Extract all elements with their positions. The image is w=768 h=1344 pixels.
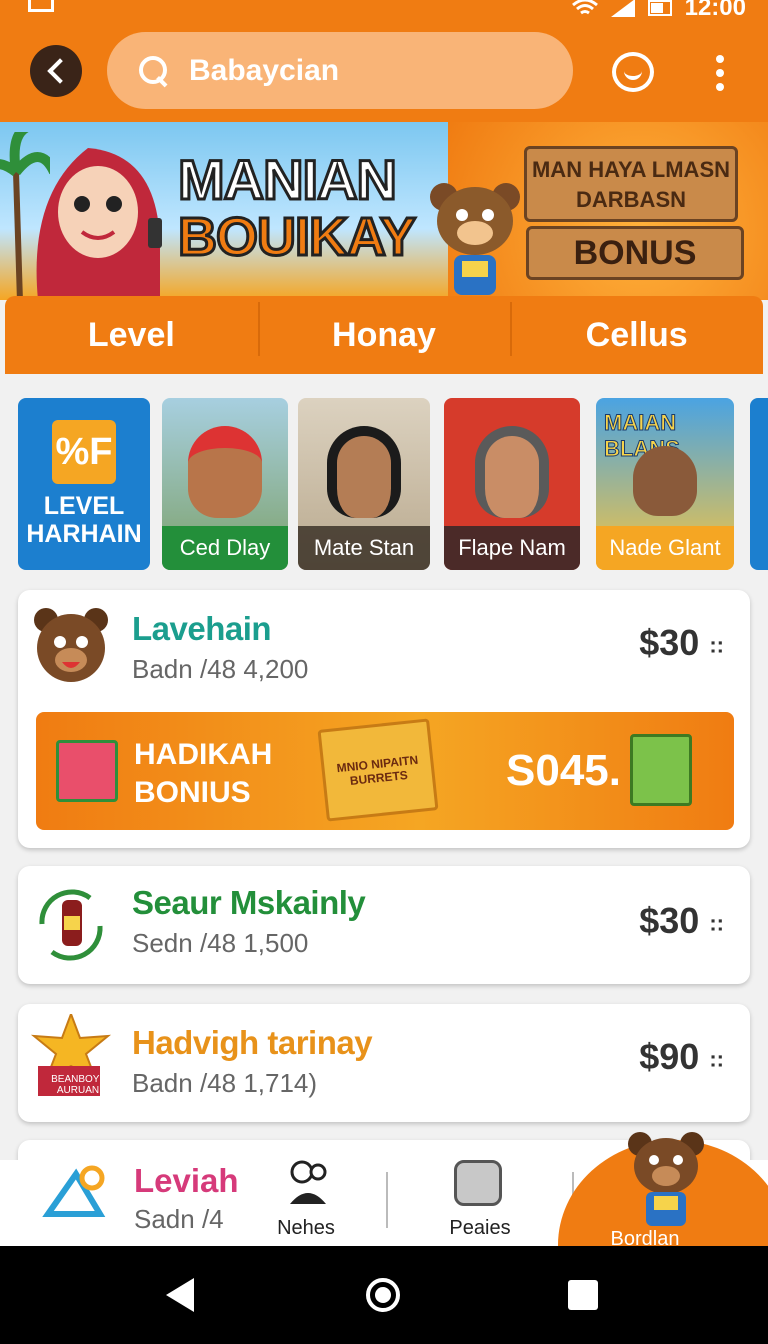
- story-ced-dlay[interactable]: Ced Dlay: [162, 398, 288, 570]
- row-title: Leviah: [134, 1162, 239, 1199]
- row-title: Hadvigh tarinay: [132, 1024, 373, 1061]
- story-level-harhain[interactable]: %F LEVEL HARHAIN: [18, 398, 150, 570]
- smiley-icon: [454, 1160, 502, 1206]
- search-icon: [137, 54, 171, 88]
- banner-title: MANIAN: [177, 148, 399, 211]
- avatar: [327, 426, 401, 518]
- story-label: LEVEL HARHAIN: [26, 492, 142, 548]
- row-subtitle: Sadn /4: [134, 1204, 224, 1234]
- promo-banner[interactable]: MANIAN BOUIKAY MAN HAYA LMASN DARBASN BO…: [0, 122, 768, 300]
- status-bar: 12:00: [0, 0, 768, 22]
- search-bar[interactable]: Babaycian: [107, 32, 573, 109]
- bonus-box-icon: [630, 734, 692, 806]
- gift-icon: [56, 740, 118, 802]
- row-price: $30 ::: [639, 622, 724, 663]
- notification-icon: [28, 0, 54, 12]
- nav-peaies[interactable]: Peaies: [432, 1160, 528, 1246]
- bonus-banner[interactable]: HADIKAH BONIUS MNIO NIPAITN BURRETS S045…: [36, 712, 734, 830]
- level-cube-icon: %F: [52, 420, 116, 484]
- bear-face-icon: [34, 608, 108, 682]
- row-subtitle: Badn /48 1,714): [132, 1068, 318, 1098]
- story-label: Ced Dlay: [162, 526, 288, 570]
- story-flape-nam[interactable]: Flape Nam: [444, 398, 580, 570]
- story-label: Nade Glant: [596, 526, 734, 570]
- story-next[interactable]: [750, 398, 768, 570]
- avatar: [475, 426, 549, 518]
- app-header: 12:00 Babaycian: [0, 0, 768, 122]
- story-mate-stan[interactable]: Mate Stan: [298, 398, 430, 570]
- story-label: Mate Stan: [298, 526, 430, 570]
- row-price: $90 ::: [639, 1036, 724, 1077]
- list-item[interactable]: BEANBOY I AURUAN Hadvigh tarinay Badn /4…: [18, 1004, 750, 1122]
- support-chat-icon[interactable]: [612, 52, 654, 92]
- search-input[interactable]: Babaycian: [189, 54, 339, 88]
- system-nav-bar: [0, 1246, 768, 1344]
- more-options-icon[interactable]: [716, 55, 724, 91]
- row-subtitle: Badn /48 4,200: [132, 654, 309, 684]
- bear-mascot-icon: [628, 1132, 704, 1226]
- tab-cellus[interactable]: Cellus: [510, 301, 763, 356]
- bear-mascot-icon: [430, 183, 520, 295]
- row-price: $30 ::: [639, 900, 724, 941]
- signal-icon: [610, 0, 635, 17]
- wifi-icon: [571, 0, 598, 15]
- avatar: [188, 426, 262, 518]
- gift-box-icon: MNIO NIPAITN BURRETS: [317, 718, 439, 822]
- hijab-avatar-illustration: [36, 148, 162, 300]
- list-item[interactable]: Seaur Mskainly Sedn /48 1,500 $30 ::: [18, 866, 750, 984]
- system-recents-icon[interactable]: [568, 1280, 598, 1310]
- row-title: Seaur Mskainly: [132, 884, 366, 921]
- banner-sign-top: MAN HAYA LMASN DARBASN: [524, 146, 738, 222]
- star-badge-text: BEANBOY I AURUAN: [51, 1074, 105, 1096]
- avatar: [633, 446, 697, 516]
- row-subtitle: Sedn /48 1,500: [132, 928, 309, 958]
- bonus-label: HADIKAH BONIUS: [134, 738, 273, 809]
- system-home-icon[interactable]: [366, 1278, 400, 1312]
- nav-label: Nehes: [277, 1217, 335, 1239]
- tab-level[interactable]: Level: [5, 316, 258, 355]
- nav-nehes[interactable]: Nehes: [258, 1160, 354, 1246]
- category-tabs: Level Honay Cellus: [5, 296, 763, 374]
- cloud-logo-icon: [42, 1165, 106, 1217]
- row-title: Lavehain: [132, 610, 272, 647]
- nav-label: Peaies: [449, 1217, 511, 1239]
- nav-divider: [386, 1172, 388, 1228]
- list-item[interactable]: Lavehain Badn /48 4,200 $30 :: HADIKAH B…: [18, 590, 750, 848]
- back-button[interactable]: [30, 45, 82, 97]
- tab-honay[interactable]: Honay: [257, 301, 511, 356]
- story-nade-glant[interactable]: MAIAN BLANS Nade Glant: [596, 398, 734, 570]
- system-back-icon[interactable]: [166, 1278, 194, 1312]
- stories-row: %F LEVEL HARHAIN Ced Dlay Mate Stan Flap…: [18, 398, 768, 570]
- story-label: Flape Nam: [444, 526, 580, 570]
- banner-subtitle: BOUIKAY: [176, 206, 417, 269]
- banner-sign-bonus: BONUS: [526, 226, 744, 280]
- battery-icon: [647, 0, 672, 16]
- profile-camera-icon: [290, 1160, 327, 1204]
- bonus-amount: S045.: [506, 746, 621, 795]
- bottle-recycle-icon: [39, 889, 103, 961]
- status-time: 12:00: [684, 0, 746, 21]
